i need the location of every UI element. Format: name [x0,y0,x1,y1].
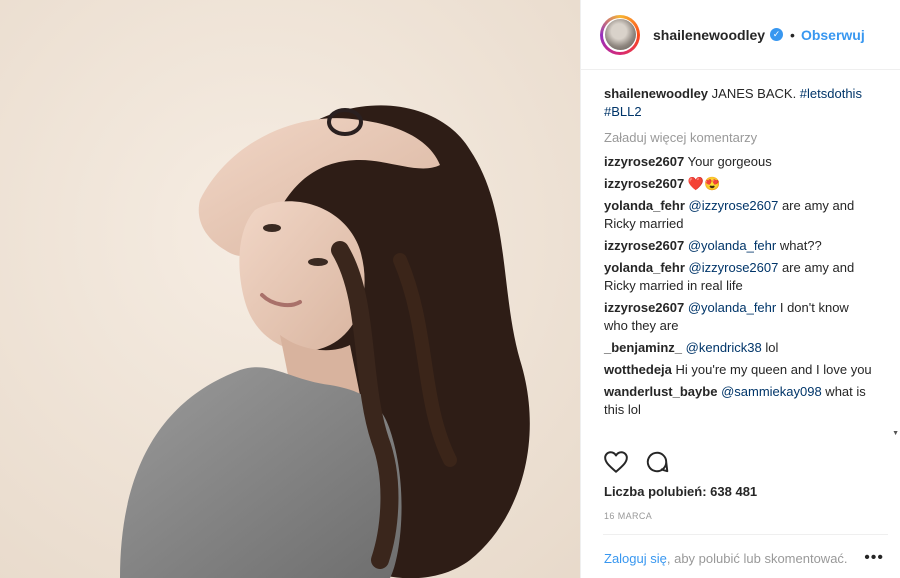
comment-username[interactable]: izzyrose2607 [604,154,684,169]
comment-icon[interactable] [644,449,670,475]
comment-mention[interactable]: @izzyrose2607 [689,260,779,275]
comment-item: izzyrose2607 @yolanda_fehr what?? [604,237,875,255]
photo-image [0,0,580,578]
scroll-down-arrow-icon[interactable]: ▼ [892,430,899,437]
divider [603,534,888,535]
avatar-image [604,19,636,50]
login-link[interactable]: Zaloguj się [604,551,667,566]
comment-item: izzyrose2607 Your gorgeous [604,153,875,171]
comment-item: yolanda_fehr @izzyrose2607 are amy and R… [604,197,875,233]
comment-username[interactable]: izzyrose2607 [604,238,684,253]
post-actions [603,449,670,475]
post-photo[interactable] [0,0,580,578]
header-username[interactable]: shailenewoodley [653,27,765,43]
comment-item: wotthedeja Hi you're my queen and I love… [604,361,875,379]
comment-username[interactable]: izzyrose2607 [604,176,684,191]
login-prompt: Zaloguj się , aby polubić lub skomentowa… [604,549,884,567]
login-prompt-text: , aby polubić lub skomentować. [666,550,848,566]
comment-mention[interactable]: @izzyrose2607 [689,198,779,213]
comment-mention[interactable]: @yolanda_fehr [688,238,776,253]
post-sidebar: shailenewoodley ✓ • Obserwuj shailenewoo… [580,0,900,578]
comments-list[interactable]: shailenewoodley JANES BACK. #letsdothis … [581,71,897,437]
comment-username[interactable]: yolanda_fehr [604,198,685,213]
comment-item: yolanda_fehr @izzyrose2607 are amy and R… [604,259,875,295]
header-separator: • [790,26,795,43]
post-header: shailenewoodley ✓ • Obserwuj [581,0,900,70]
follow-button[interactable]: Obserwuj [801,27,865,43]
post-date[interactable]: 16 MARCA [604,511,652,521]
caption-text: JANES BACK. [708,86,800,101]
comment-text: Hi you're my queen and I love you [671,362,872,377]
comment-username[interactable]: wotthedeja [604,362,672,377]
comment-item: wanderlust_baybe @sammiekay098 what is t… [604,383,875,419]
heart-icon[interactable] [603,449,629,475]
hashtag-link[interactable]: #letsdothis [800,86,862,101]
more-options-icon[interactable]: ••• [864,549,884,567]
comments-scrollbar[interactable]: ▼ [892,71,900,437]
comment-mention[interactable]: @sammiekay098 [721,384,822,399]
comment-item: _benjaminz_ @kendrick38 lol [604,339,875,357]
hashtag-link[interactable]: #BLL2 [604,104,642,119]
likes-count[interactable]: Liczba polubień: 638 481 [604,484,757,499]
comment-mention[interactable]: @yolanda_fehr [688,300,776,315]
comment-username[interactable]: _benjaminz_ [604,340,682,355]
verified-badge-icon: ✓ [770,28,784,41]
caption: shailenewoodley JANES BACK. #letsdothis … [604,85,875,121]
comment-username[interactable]: izzyrose2607 [604,300,684,315]
comment-username[interactable]: wanderlust_baybe [604,384,717,399]
comment-text: what?? [776,238,822,253]
comment-text: ❤️😍 [684,176,721,191]
comment-item: izzyrose2607 ❤️😍 [604,175,875,193]
comment-item: izzyrose2607 @yolanda_fehr I don't know … [604,299,875,335]
load-more-comments-button[interactable]: Załaduj więcej komentarzy [604,129,875,147]
comment-username[interactable]: yolanda_fehr [604,260,685,275]
caption-username[interactable]: shailenewoodley [604,86,708,101]
avatar[interactable] [600,14,640,55]
comment-text: Your gorgeous [684,154,772,169]
comment-mention[interactable]: @kendrick38 [686,340,762,355]
comment-text: lol [761,340,779,355]
